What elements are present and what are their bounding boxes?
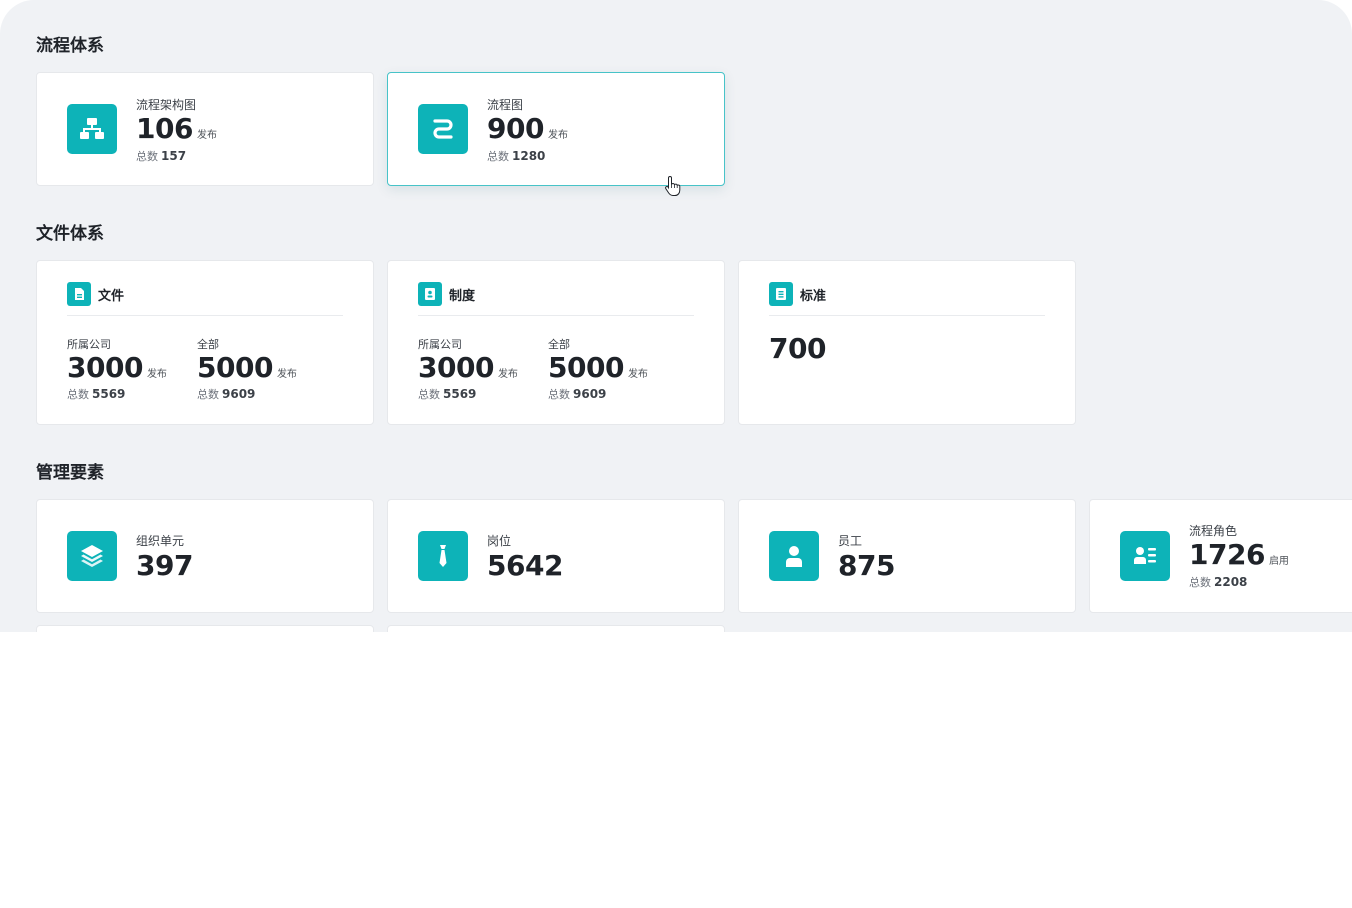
list-document-icon (769, 282, 793, 306)
person-icon (769, 531, 819, 581)
card-header: 标准 (769, 282, 826, 306)
published-count: 900 发布 (487, 112, 568, 145)
company-published-count: 3000 发布 (418, 351, 518, 384)
process-map-card[interactable]: 流程图 900 发布 总数 1280 (387, 72, 725, 186)
count-value: 5642 (487, 549, 563, 582)
unit-label: 发布 (196, 130, 217, 141)
process-architecture-card[interactable]: 流程架构图 106 发布 总数 157 (36, 72, 374, 186)
standard-card[interactable]: 标准 700 (738, 260, 1076, 425)
card-title: 标准 (800, 288, 827, 304)
company-published-count: 3000 发布 (67, 351, 167, 384)
total-count: 总数 157 (136, 149, 187, 163)
tie-icon (418, 531, 468, 581)
section-title-file: 文件体系 (36, 224, 104, 244)
company-total-count: 总数 5569 (67, 387, 126, 401)
all-published-count: 5000 发布 (548, 351, 648, 384)
total-count: 总数 1280 (487, 149, 546, 163)
all-total-count: 总数 9609 (197, 387, 256, 401)
employee-card[interactable]: 员工 875 (738, 499, 1076, 613)
position-card[interactable]: 岗位 5642 (387, 499, 725, 613)
company-label: 所属公司 (418, 338, 462, 351)
divider (769, 315, 1045, 316)
card-header: 文件 (67, 282, 124, 306)
card-label: 流程角色 (1189, 524, 1238, 538)
all-label: 全部 (197, 338, 219, 351)
card-partial[interactable] (387, 625, 725, 632)
card-label: 员工 (838, 534, 863, 548)
standard-count: 700 (769, 332, 826, 365)
divider (418, 315, 694, 316)
count-value: 397 (136, 549, 193, 582)
rulebook-icon (418, 282, 442, 306)
org-unit-card[interactable]: 组织单元 397 (36, 499, 374, 613)
file-card[interactable]: 文件 所属公司 3000 发布 总数 5569 全部 5000 发布 总数 9609 (36, 260, 374, 425)
dashboard-panel: 流程体系 流程架构图 106 发布 总数 157 流程图 900 发布 总数 1280 (0, 0, 1352, 632)
card-label: 流程图 (487, 98, 524, 112)
card-header: 制度 (418, 282, 475, 306)
total-count: 总数 2208 (1189, 575, 1248, 589)
published-count: 106 发布 (136, 112, 217, 145)
id-card-icon (1120, 531, 1170, 581)
hand-cursor-icon (664, 175, 682, 201)
unit-label: 发布 (146, 369, 167, 380)
regulation-card[interactable]: 制度 所属公司 3000 发布 总数 5569 全部 5000 发布 总数 9609 (387, 260, 725, 425)
card-title: 制度 (449, 288, 476, 304)
org-chart-icon (67, 104, 117, 154)
count-value: 875 (838, 549, 895, 582)
card-label: 流程架构图 (136, 98, 197, 112)
unit-label: 发布 (276, 369, 297, 380)
all-total-count: 总数 9609 (548, 387, 607, 401)
layers-icon (67, 531, 117, 581)
unit-label: 启用 (1268, 556, 1289, 567)
process-role-card[interactable]: 流程角色 1726 启用 总数 2208 (1089, 499, 1352, 613)
unit-label: 发布 (627, 369, 648, 380)
card-title: 文件 (98, 288, 125, 304)
section-title-process: 流程体系 (36, 36, 104, 56)
card-partial[interactable] (36, 625, 374, 632)
all-label: 全部 (548, 338, 570, 351)
card-label: 组织单元 (136, 534, 185, 548)
enabled-count: 1726 启用 (1189, 538, 1289, 571)
flow-curve-icon (418, 104, 468, 154)
unit-label: 发布 (497, 369, 518, 380)
card-label: 岗位 (487, 534, 512, 548)
section-title-management: 管理要素 (36, 463, 104, 483)
company-total-count: 总数 5569 (418, 387, 477, 401)
divider (67, 315, 343, 316)
document-icon (67, 282, 91, 306)
all-published-count: 5000 发布 (197, 351, 297, 384)
unit-label: 发布 (547, 130, 568, 141)
company-label: 所属公司 (67, 338, 111, 351)
